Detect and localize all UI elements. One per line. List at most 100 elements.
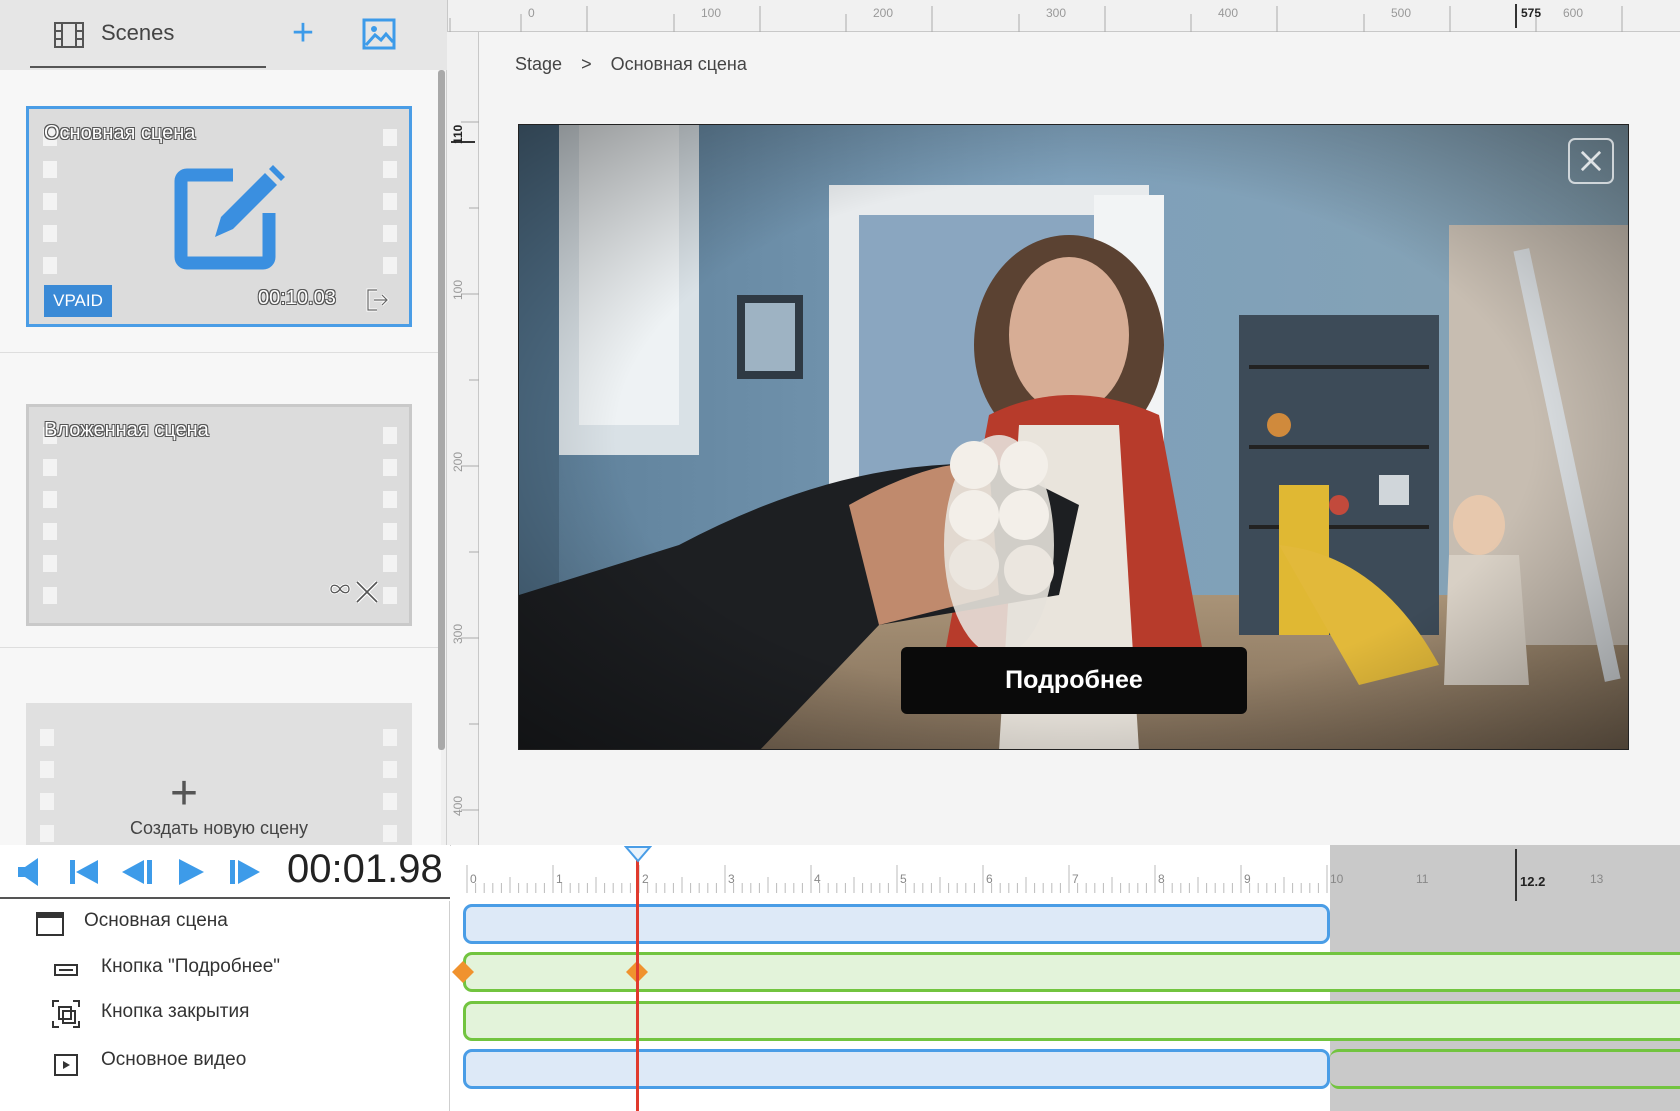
film-perforation: [43, 161, 57, 178]
edit-icon[interactable]: [173, 161, 289, 277]
film-perforation: [383, 129, 397, 146]
button-icon: [54, 964, 78, 976]
keyframe-diamond-icon[interactable]: [451, 960, 475, 984]
film-perforation: [383, 491, 397, 508]
skip-to-start-icon[interactable]: [68, 856, 100, 888]
timeline-label: 2: [642, 872, 649, 886]
track-bar-main-video[interactable]: [463, 1049, 1330, 1089]
track-bar-main-scene[interactable]: [463, 904, 1330, 944]
ruler-label: 100: [701, 6, 722, 20]
timeline-label: 5: [900, 872, 907, 886]
timeline-label: 3: [728, 872, 735, 886]
breadcrumb-current: Основная сцена: [610, 54, 747, 74]
breadcrumb-root[interactable]: Stage: [515, 54, 562, 74]
new-scene-plus-icon[interactable]: +: [170, 770, 198, 818]
film-perforation: [383, 761, 397, 778]
film-perforation: [383, 427, 397, 444]
scene-duration: 00:10.03: [258, 287, 336, 309]
timeline-label: 7: [1072, 872, 1079, 886]
ruler-label: 400: [451, 795, 465, 816]
close-icon[interactable]: [1568, 138, 1614, 184]
playhead[interactable]: [636, 850, 639, 1111]
add-scene-button[interactable]: +: [286, 14, 320, 52]
play-icon[interactable]: [176, 856, 206, 888]
step-forward-icon[interactable]: [228, 856, 262, 888]
divider: [0, 352, 438, 353]
track-label-more-button[interactable]: Кнопка "Подробнее": [101, 956, 280, 978]
divider: [0, 647, 438, 648]
film-perforation: [383, 257, 397, 274]
vpaid-badge: VPAID: [44, 285, 112, 317]
timeline-label: 8: [1158, 872, 1165, 886]
breadcrumb-separator: >: [581, 54, 592, 74]
film-perforation: [43, 491, 57, 508]
ruler-ticks: [451, 121, 479, 811]
video-icon: [54, 1054, 78, 1076]
film-perforation: [40, 729, 54, 746]
film-perforation: [383, 729, 397, 746]
scenes-title: Scenes: [101, 20, 175, 45]
ruler-marker-label: 110: [451, 124, 465, 144]
track-bar-video-overflow: [1330, 1049, 1680, 1089]
film-perforation: [383, 193, 397, 210]
film-perforation: [43, 523, 57, 540]
ruler-marker-label: 575: [1521, 6, 1542, 20]
film-perforation: [43, 587, 57, 604]
cta-more-button[interactable]: Подробнее: [901, 647, 1247, 714]
timeline-label: 0: [470, 872, 477, 886]
film-perforation: [383, 459, 397, 476]
film-perforation: [383, 225, 397, 242]
ruler-label: 500: [1391, 6, 1412, 20]
ruler-label: 600: [1563, 6, 1584, 20]
film-perforation: [383, 161, 397, 178]
timeline-label: 10: [1330, 872, 1344, 886]
image-icon[interactable]: [362, 18, 396, 50]
ruler-label: 300: [451, 623, 465, 644]
scene-card-nested[interactable]: Вложенная сцена: [26, 404, 412, 626]
scene-card-main[interactable]: Основная сцена VPAID 00:10.03: [26, 106, 412, 327]
scrollbar[interactable]: [438, 70, 445, 750]
scene-card-title: Основная сцена: [44, 122, 196, 144]
current-time: 00:01.98: [287, 847, 443, 891]
ruler-label: 200: [873, 6, 894, 20]
timeline-label: 11: [1416, 872, 1429, 886]
film-perforation: [43, 193, 57, 210]
film-perforation: [43, 225, 57, 242]
timeline-label: 9: [1244, 872, 1251, 886]
film-perforation: [383, 555, 397, 572]
scene-card-title: Вложенная сцена: [44, 419, 209, 441]
horizontal-ruler: 0 100 200 300 400 500 575 600: [447, 0, 1680, 32]
track-bar-close-button[interactable]: [463, 1001, 1680, 1041]
infinity-icon: [329, 583, 351, 595]
ruler-label: 0: [528, 6, 535, 20]
film-perforation: [43, 257, 57, 274]
film-perforation: [43, 555, 57, 572]
mute-icon[interactable]: [16, 856, 42, 888]
film-perforation: [43, 459, 57, 476]
export-icon[interactable]: [365, 287, 391, 313]
track-label-main-video[interactable]: Основное видео: [101, 1049, 246, 1071]
film-perforation: [383, 587, 397, 604]
ruler-label: 400: [1218, 6, 1239, 20]
window-icon: [36, 912, 64, 936]
ruler-label: 300: [1046, 6, 1067, 20]
film-perforation: [40, 761, 54, 778]
playhead-handle-icon[interactable]: [624, 845, 652, 863]
close-button-icon: [52, 1000, 80, 1028]
timeline-label: 13: [1590, 872, 1604, 886]
track-label-main-scene[interactable]: Основная сцена: [84, 910, 228, 932]
ruler-label: 200: [451, 451, 465, 472]
timeline-label: 4: [814, 872, 821, 886]
timeline-label: 1: [556, 872, 563, 886]
timeline-ticks-overlay: [1515, 849, 1517, 901]
track-label-close-button[interactable]: Кнопка закрытия: [101, 1001, 249, 1023]
timeline-label: 6: [986, 872, 993, 886]
step-back-icon[interactable]: [120, 856, 154, 888]
film-icon: [54, 22, 84, 48]
ruler-label: 100: [451, 279, 465, 300]
delete-icon[interactable]: [354, 579, 380, 605]
new-scene-label[interactable]: Создать новую сцену: [0, 818, 438, 839]
film-perforation: [383, 793, 397, 810]
film-perforation: [40, 793, 54, 810]
breadcrumb: Stage > Основная сцена: [515, 54, 761, 75]
